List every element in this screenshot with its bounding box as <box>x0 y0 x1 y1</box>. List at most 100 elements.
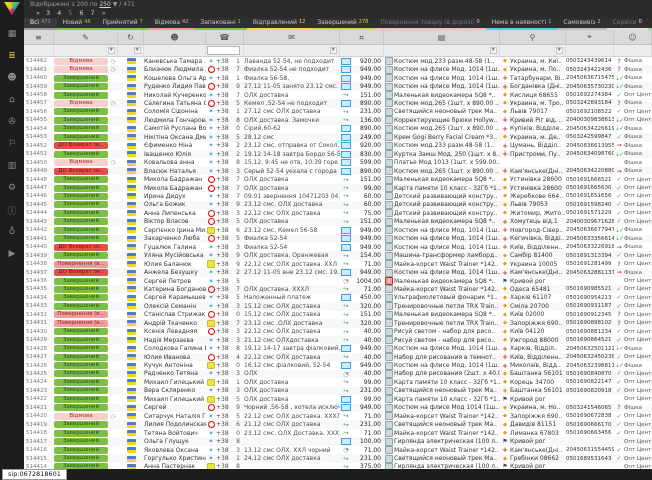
status-badge[interactable]: ДО Возврат ок.. <box>54 244 108 251</box>
page-size-value[interactable]: 250 <box>99 1 110 8</box>
product-name[interactable]: Рисуй светом - набор для рисо.. <box>394 328 500 336</box>
order-comment[interactable]: Фиалка 56-58, <box>244 74 340 82</box>
table-row[interactable]: 514441ЗавершенийЗахарченко Люба+385Фиалк… <box>24 235 652 243</box>
table-row[interactable]: 514422ЗавершенийМихаил Гилецький+385ОЛХ … <box>24 395 652 403</box>
order-comment[interactable]: 15.12 смс ОЛХ доставка <box>244 302 340 310</box>
table-row[interactable]: 514428ЗавершенийСолодкова Галина В..✶+38… <box>24 344 652 352</box>
ttn-number[interactable]: 0501690954213 <box>566 294 614 302</box>
source-column-header-icon[interactable]: ↻ <box>118 30 144 44</box>
client-name[interactable]: Станіслав Стрижак <box>144 311 206 319</box>
product-name[interactable]: Костюм на флисе Мод. 1014 (1ш.. <box>394 361 500 369</box>
table-row[interactable]: 514449ДО Возврат ок..Власюк Наталья✶+383… <box>24 167 652 175</box>
filter-dropdown-icon[interactable]: ▼ <box>556 47 563 54</box>
product-name[interactable]: Костюм мод.233 разм.48-58 (1.. <box>394 142 500 150</box>
tab-Відмова[interactable]: Відмова42 <box>149 18 195 30</box>
table-row[interactable]: 514430ЗавершенийКсенія Левадняя+38322.12… <box>24 328 652 336</box>
product-name[interactable]: Машина-трансформер ламборд.. <box>394 251 500 259</box>
table-row[interactable]: 514454ЗавершенийСамотій Руслана Во..✶+38… <box>24 125 652 133</box>
status-badge[interactable]: Повернення (в... <box>54 311 108 318</box>
phone-prefix[interactable]: +38 <box>216 226 232 234</box>
product-name[interactable]: Платье Мод 1013 (1шт. x 599.00.. <box>394 158 500 166</box>
status-column-header-icon[interactable]: ✎ <box>54 30 118 44</box>
phone-prefix[interactable]: +38 <box>216 437 232 445</box>
phone-prefix[interactable]: +38 <box>216 133 232 141</box>
page-button-7[interactable]: 7 <box>91 9 95 17</box>
phone-prefix[interactable]: +38 <box>216 218 232 226</box>
ttn-number[interactable]: 0501692274384 <box>566 91 614 99</box>
table-row[interactable]: 514427ЗавершенийЮлия Иванова+38422.12 см… <box>24 353 652 361</box>
status-badge[interactable]: Завершений <box>54 193 108 200</box>
table-row[interactable]: 514417ЗавершенийОльга Глущук✶+388100.00Г… <box>24 437 652 445</box>
support-icon[interactable]: ♁ <box>0 221 24 243</box>
client-name[interactable]: Микола Бадражан <box>144 175 206 183</box>
product-name[interactable]: Набор для рисования в темнот.. <box>394 353 500 361</box>
table-row[interactable]: 514456ЗавершенийСоломія Сідоніна✶+38127.… <box>24 108 652 116</box>
client-name[interactable]: Каневська Тамара .. <box>144 57 206 65</box>
comment-column-filter[interactable]: ▼ <box>244 45 340 56</box>
status-badge[interactable]: Завершений <box>54 370 108 377</box>
table-row[interactable]: 514453ЗавершенийНікітіна Оксана Дми..✶+3… <box>24 133 652 141</box>
table-row[interactable]: 514450Відмова◷Ковальова анна✶+38815.12. … <box>24 158 652 166</box>
order-id-column-header-icon[interactable]: ≡ <box>24 30 54 44</box>
filter-dropdown-icon[interactable]: ▼ <box>108 47 115 54</box>
client-name[interactable]: Юлия Баланюк <box>144 260 206 268</box>
table-row[interactable]: 514432Повернення (в...Станіслав Стрижак+… <box>24 311 652 319</box>
product-name[interactable]: Костюм на флисе Мод. 1014 (1ш.. <box>394 243 500 251</box>
client-name[interactable]: Юлия Иванова <box>144 353 206 361</box>
product-name[interactable]: Костюм на флисе Мод. 1014 (1ш.. <box>394 65 500 73</box>
status-badge[interactable]: Завершений <box>54 328 108 335</box>
table-row[interactable]: 514425ЗавершенийРадченко Тетяна✶+383ОЛХ◔… <box>24 370 652 378</box>
product-name[interactable]: Детский развивающий констру.. <box>394 209 500 217</box>
status-badge[interactable]: ДО Возврат ок.. <box>54 168 108 175</box>
phone-prefix[interactable]: +38 <box>216 404 232 412</box>
status-badge[interactable]: Завершений <box>54 117 108 124</box>
client-name[interactable]: Ксенія Левадняя <box>144 328 206 336</box>
address-column-header-icon[interactable]: ⚲ <box>500 30 566 44</box>
status-badge[interactable]: Завершений <box>54 201 108 208</box>
status-badge[interactable]: Завершений <box>54 185 108 192</box>
phone-prefix[interactable]: +38 <box>216 294 232 302</box>
filter-dropdown-icon[interactable]: ▼ <box>330 47 337 54</box>
status-badge[interactable]: Завершений <box>54 235 108 242</box>
product-name[interactable]: Маленькая видеокамера SQ8 *.. <box>394 91 500 99</box>
tab-Самовивіз[interactable]: Самовивіз2 <box>557 18 606 30</box>
phone-prefix[interactable]: +38 <box>216 285 232 293</box>
phone-prefix[interactable]: +38 <box>216 420 232 428</box>
client-name[interactable]: Нікітіна Оксана Дми.. <box>144 133 206 141</box>
phone-prefix[interactable]: +38 <box>216 175 232 183</box>
phone-prefix[interactable]: +38 <box>216 361 232 369</box>
product-name[interactable]: Костюм мод.265 (1шт. x 890.00 .. <box>394 125 500 133</box>
phone-prefix[interactable]: +38 <box>216 268 232 276</box>
phone-prefix[interactable]: +38 <box>216 108 232 116</box>
product-name[interactable]: Костюм на флисе Мод. 1014 (1ш.. <box>394 344 500 352</box>
order-comment[interactable] <box>244 277 340 285</box>
phone-prefix[interactable]: +38 <box>216 370 232 378</box>
product-name[interactable]: Карта памяти 10 класс - 32Гб *1.. <box>394 395 500 403</box>
product-name[interactable]: Куртка Замш Мод. 250 (1шт. x 8.. <box>394 150 500 158</box>
client-name[interactable]: Кошелева Ольга Ар.. <box>144 74 206 82</box>
table-row[interactable]: 514458ЗавершенийНиколай Кучеренко✶+387ОЛ… <box>24 91 652 99</box>
client-name[interactable]: Вера Скляренко <box>144 387 206 395</box>
ttn-number[interactable]: 0501690898102 <box>566 319 614 327</box>
table-row[interactable]: 514457Відмова◷Салегина Татьяна С..+385Ке… <box>24 99 652 107</box>
tab-Повернення товару (в дорозі)[interactable]: Повернення товару (в дорозі)0 <box>374 18 485 30</box>
ttn-number[interactable]: 0501690672838 <box>566 412 614 420</box>
order-comment[interactable]: 23.12 смс. ОЛХ доставка <box>244 201 340 209</box>
order-comment[interactable]: 23.12 смс. отправка от Сокол.. <box>244 142 340 150</box>
order-comment[interactable]: 28.12 смс <box>244 133 340 141</box>
order-comment[interactable]: Фиалка 52-54 <box>244 235 340 243</box>
order-comment[interactable]: 19.12 14-18 завтра Бордо 56-58 <box>244 150 340 158</box>
status-badge[interactable]: Завершений <box>54 387 108 394</box>
order-comment[interactable]: ОЛХ доставка <box>244 91 340 99</box>
client-name[interactable]: Ковальова анна <box>144 158 206 166</box>
stats-icon[interactable]: ▥ <box>0 155 24 177</box>
client-name[interactable]: Близнюк Людмила .. <box>144 65 206 73</box>
ttn-number[interactable]: 0501691281499 <box>566 260 614 268</box>
filter-input[interactable] <box>207 46 241 55</box>
table-row[interactable]: 514459ЗавершенийРуденко Лидия Пав..+3892… <box>24 82 652 90</box>
product-name[interactable]: Светящийся неоновый трек Ma.. <box>394 420 500 428</box>
order-comment[interactable]: 15.12. 9:45 не отв, 10:39 горе в.. <box>244 158 340 166</box>
purchases-icon[interactable]: ✇ <box>0 111 24 133</box>
sip-call-indicator[interactable]: sip:0672818601 <box>2 469 67 480</box>
status-badge[interactable]: Відмова <box>54 413 108 420</box>
